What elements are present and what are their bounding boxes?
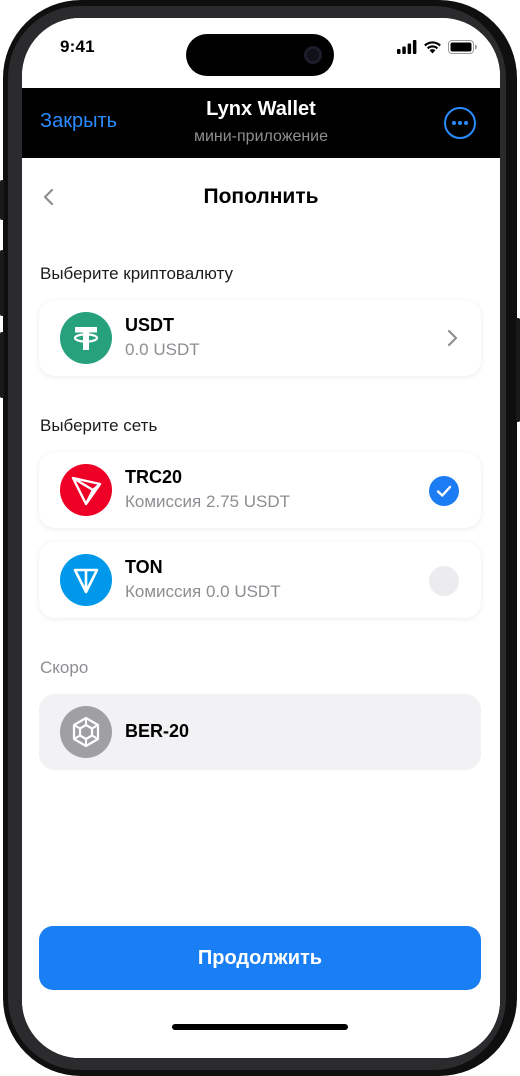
currency-name: USDT: [125, 315, 174, 335]
ellipsis-circle-icon[interactable]: [444, 107, 476, 139]
network-name: TRC20: [125, 467, 183, 487]
checkmark-selected-icon: [429, 476, 459, 506]
chevron-right-icon: [447, 329, 458, 347]
network-section-label: Выберите сеть: [40, 416, 158, 435]
signal-icon: [397, 40, 417, 54]
volume-down-button: [0, 332, 4, 398]
volume-up-button: [0, 250, 4, 316]
power-button: [516, 318, 520, 422]
page-panel: Пополнить Выберите криптовалюту USDT 0.0…: [22, 158, 500, 1058]
page-title: Пополнить: [203, 185, 319, 208]
currency-balance: 0.0 USDT: [125, 340, 200, 359]
content: Пополнить Выберите криптовалюту USDT 0.0…: [22, 158, 500, 1058]
screen: 9:41 Закрыть Lynx Wallet мини-приложение…: [22, 18, 500, 1058]
network-fee: Комиссия 2.75 USDT: [125, 492, 291, 511]
network-option-trc20[interactable]: TRC20 Комиссия 2.75 USDT: [39, 452, 481, 528]
ton-icon: [60, 554, 112, 606]
network-fee: Комиссия 0.0 USDT: [125, 582, 281, 601]
battery-icon: [448, 40, 477, 54]
status-time: 9:41: [60, 37, 95, 56]
dynamic-island: [186, 34, 334, 76]
continue-button[interactable]: Продолжить: [39, 926, 481, 990]
tron-icon: [60, 464, 112, 516]
home-indicator: [172, 1024, 348, 1030]
wifi-icon: [424, 41, 441, 54]
radio-unselected-icon: [429, 566, 459, 596]
action-button: [0, 180, 4, 220]
mini-app-header: Закрыть Lynx Wallet мини-приложение: [22, 88, 500, 158]
soon-section-label: Скоро: [40, 658, 89, 677]
network-name: BER-20: [125, 721, 190, 741]
crypto-select-usdt[interactable]: USDT 0.0 USDT: [39, 300, 481, 376]
status-bar: 9:41: [22, 18, 500, 84]
bnb-icon: [60, 706, 112, 758]
camera-icon: [304, 46, 322, 64]
status-icons: [397, 39, 478, 55]
network-name: TON: [125, 557, 163, 577]
network-option-ber20: BER-20: [39, 694, 481, 770]
app-subtitle: мини-приложение: [193, 128, 329, 145]
app-title: Lynx Wallet: [206, 98, 316, 120]
crypto-section-label: Выберите криптовалюту: [40, 264, 233, 283]
tether-icon: [60, 312, 112, 364]
network-option-ton[interactable]: TON Комиссия 0.0 USDT: [39, 542, 481, 618]
